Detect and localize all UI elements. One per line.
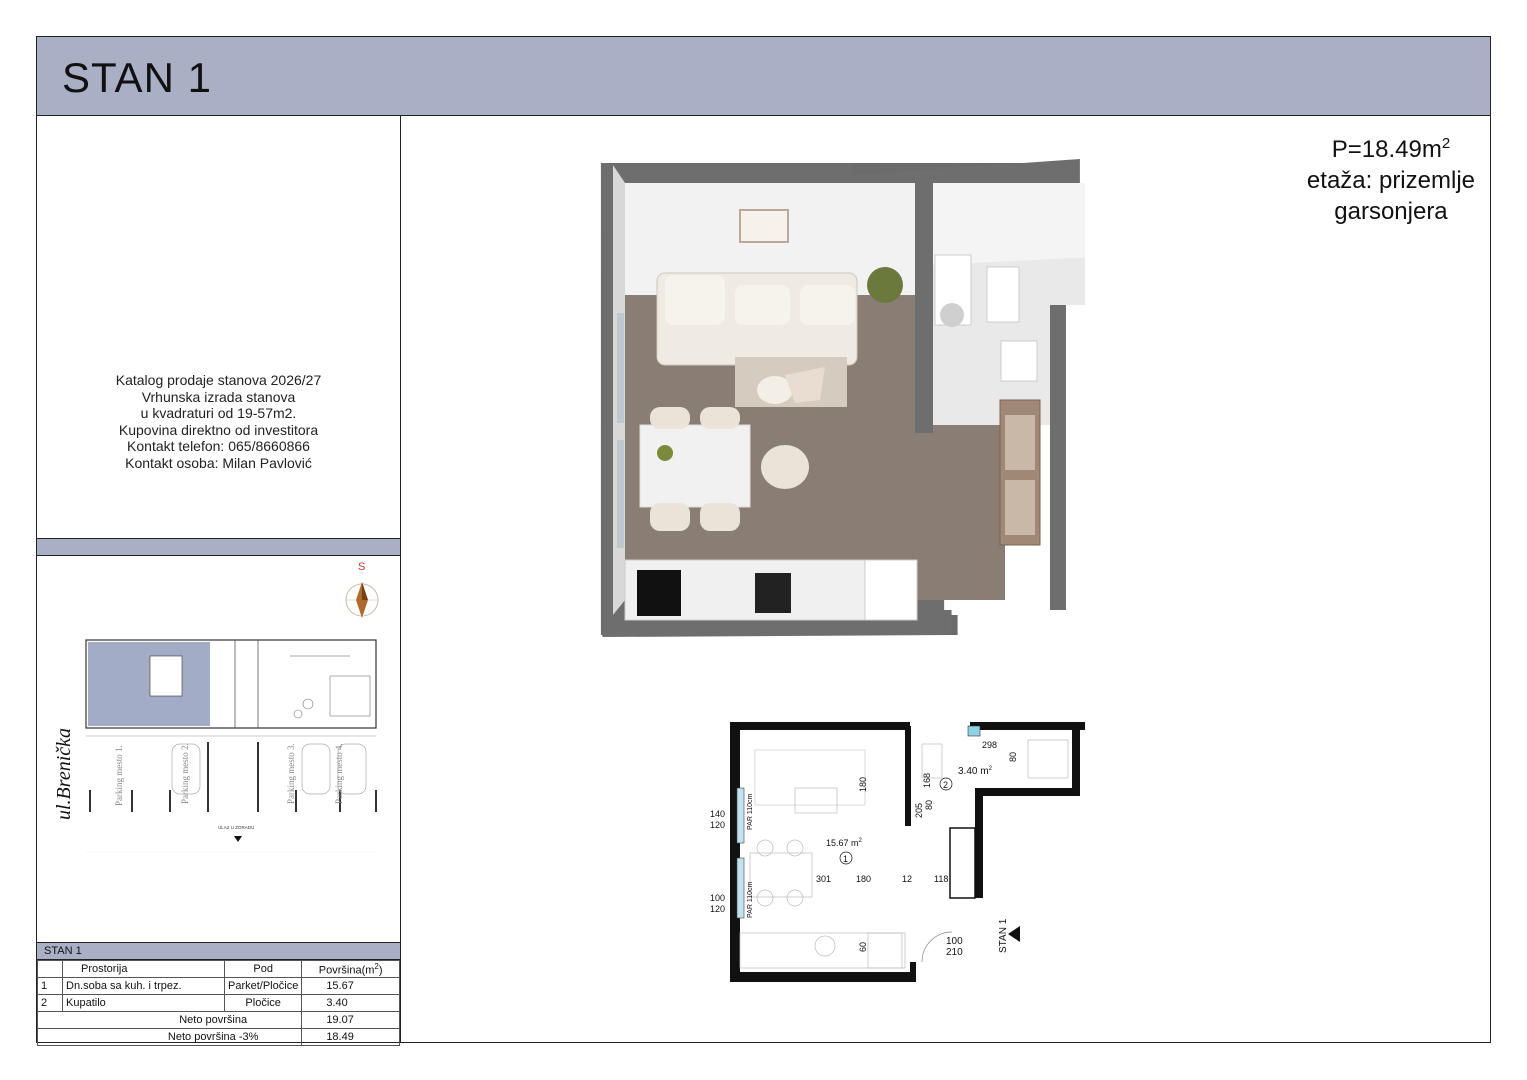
svg-text:120: 120 [710, 820, 725, 830]
table-header-row: Prostorija Pod Površina(m2) [37, 960, 400, 978]
info-line: Kupovina direktno od investitora [118, 421, 319, 438]
parking-label-1: Parking mesto 1. [114, 745, 124, 806]
svg-text:120: 120 [710, 904, 725, 914]
svg-text:205: 205 [914, 803, 924, 818]
svg-text:210: 210 [946, 947, 963, 958]
svg-text:301: 301 [816, 874, 831, 884]
area-summary: P=18.49m2 etaža: prizemlje garsonjera [1307, 128, 1475, 227]
compass-icon: S [345, 561, 379, 618]
net-area-row: Neto površina 19.07 [36, 1011, 400, 1029]
compass-letter: S [358, 561, 365, 573]
svg-text:12: 12 [902, 874, 912, 884]
page-title: STAN 1 [62, 54, 212, 101]
room-table: STAN 1 Prostorija Pod Površina(m2) 1 Dn.… [36, 942, 400, 1046]
svg-text:298: 298 [982, 740, 997, 750]
info-line: u kvadraturi od 19-57m2. [140, 405, 297, 421]
svg-text:PAR 110cm: PAR 110cm [747, 882, 754, 918]
svg-text:PAR 110cm: PAR 110cm [747, 794, 754, 830]
separator-bar [37, 538, 400, 556]
svg-text:140: 140 [710, 809, 725, 819]
svg-text:60: 60 [858, 942, 868, 952]
svg-text:80: 80 [1008, 752, 1018, 762]
table-row: 2 Kupatilo Pločice 3.40 [37, 994, 400, 1012]
catalog-info: Katalog prodaje stanova 2026/27 Vrhunska… [37, 372, 400, 471]
svg-text:180: 180 [856, 874, 871, 884]
area-value: P=18.49m2 [1331, 135, 1451, 163]
svg-text:118: 118 [934, 874, 948, 884]
title-bar [37, 37, 1490, 116]
entrance-label: ULAZ U ZGRADU [218, 825, 254, 830]
svg-text:180: 180 [858, 777, 868, 792]
svg-text:80: 80 [924, 800, 934, 810]
net-area-3-row: Neto površina -3% 18.49 [36, 1028, 400, 1046]
dining-table [639, 424, 751, 508]
header-room: Prostorija [62, 960, 225, 978]
info-line: Vrhunska izrada stanova [141, 388, 296, 405]
floor-plan-2d: 298 80 180 168 205 80 140 120 PAR 110cm … [710, 722, 1085, 982]
parking-label-4: Parking mesto 4. [334, 743, 344, 804]
parking-label-2: Parking mesto 2. [180, 743, 190, 804]
entrance-arrow-icon [1008, 926, 1020, 942]
room1-area: 15.67 m2 [826, 838, 863, 848]
info-line: Kontakt osoba: Milan Pavlović [125, 454, 312, 471]
parking-label-3: Parking mesto 3. [286, 743, 296, 804]
info-line: Kontakt telefon: 065/8660866 [127, 438, 310, 454]
floor-level: etaža: prizemlje [1306, 167, 1475, 194]
svg-text:100: 100 [710, 893, 725, 903]
header-floor: Pod [223, 960, 303, 978]
header-area: Površina(m2) [301, 960, 400, 978]
street-label: ul.Brenička [53, 728, 75, 820]
room1-number: 1 [843, 854, 848, 864]
room2-number: 2 [943, 780, 948, 790]
svg-text:100: 100 [946, 936, 963, 947]
table-title: STAN 1 [37, 942, 400, 960]
rooms-table: Prostorija Pod Površina(m2) 1 Dn.soba sa… [36, 960, 400, 1046]
floor-plan-render [600, 159, 1085, 637]
room2-area: 3.40 m2 [958, 766, 993, 777]
site-plan: S Parking mesto 1. Parking mesto 2. Park… [53, 561, 379, 853]
info-line: Katalog prodaje stanova 2026/27 [115, 372, 322, 388]
apartment-type: garsonjera [1334, 198, 1448, 225]
svg-text:168: 168 [922, 773, 932, 788]
highlighted-unit [88, 642, 210, 726]
table-row: 1 Dn.soba sa kuh. i trpez. Parket/Pločic… [37, 977, 400, 995]
plan-unit-label: STAN 1 [998, 918, 1009, 953]
